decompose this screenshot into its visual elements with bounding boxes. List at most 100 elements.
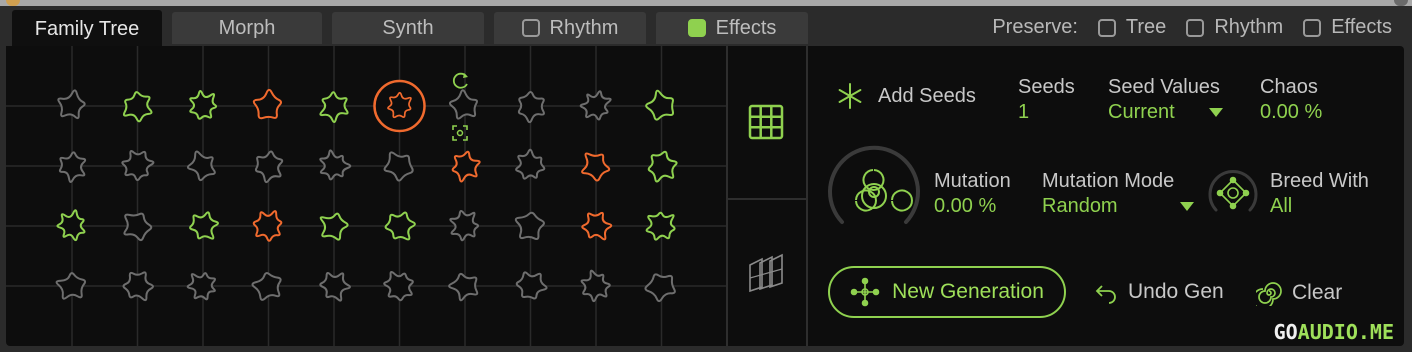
creature-shape [122,271,154,302]
creature-cell[interactable] [122,91,153,123]
add-seeds-button[interactable]: Add Seeds [836,82,976,110]
creature-shape [319,91,349,123]
breed-knob[interactable] [1206,166,1260,220]
mutation-mode-control[interactable]: Mutation Mode Random [1042,170,1194,218]
creature-shape [451,150,481,183]
creature-cell[interactable] [186,272,216,301]
creature-cell[interactable] [55,272,87,300]
seed-values-control[interactable]: Seed Values Current [1108,76,1223,124]
undo-gen-button[interactable]: Undo Gen [1094,280,1224,304]
seeds-label: Seeds [1018,76,1075,98]
rhythm-checkbox[interactable] [521,19,540,37]
mutation-value[interactable]: 0.00 % [934,195,1011,218]
preserve-effects-checkbox[interactable] [1303,18,1322,37]
creature-cell[interactable] [645,211,676,241]
creature-shape [514,211,545,240]
creature-cell[interactable] [581,211,613,241]
creature-cell[interactable] [252,210,283,242]
tab-rhythm[interactable]: Rhythm [494,12,646,44]
breed-with-value[interactable]: All [1270,195,1369,218]
creature-cell[interactable] [448,272,479,302]
creature-cell[interactable] [186,150,216,182]
creature-shape [515,148,546,180]
effects-checkbox[interactable] [687,19,706,37]
creature-cell[interactable] [254,150,284,184]
creature-shape [189,89,218,120]
creature-cell[interactable] [251,272,282,301]
divider [806,46,808,346]
creature-shape [186,150,216,182]
dropdown-arrow-icon[interactable] [1179,201,1194,212]
watermark-part1: GO [1273,320,1298,344]
creature-cell[interactable] [644,273,676,303]
creature-cell[interactable] [189,89,218,120]
chaos-control[interactable]: Chaos 0.00 % [1260,76,1322,124]
creature-cell[interactable] [319,149,352,181]
mutation-mode-label: Mutation Mode [1042,170,1175,192]
creature-cell[interactable] [515,271,548,300]
dropdown-arrow-icon[interactable] [1208,107,1223,118]
creature-cell[interactable] [252,88,282,120]
creature-cell[interactable] [451,150,481,183]
creature-cell[interactable] [514,211,545,240]
creature-shape [644,273,676,303]
tab-label: Family Tree [34,17,140,40]
creature-cell[interactable] [319,212,349,241]
creature-cell[interactable] [580,269,611,303]
seed-values-value[interactable]: Current [1108,101,1175,124]
preserve-rhythm-checkbox[interactable] [1186,18,1205,37]
preserve-rhythm[interactable]: Rhythm [1186,16,1283,39]
tab-label: Effects [715,16,777,39]
preserve-tree[interactable]: Tree [1097,16,1167,39]
preserve-effects[interactable]: Effects [1303,16,1392,39]
creature-cell[interactable] [58,151,87,183]
mutation-knob[interactable] [824,142,924,242]
creature-cell[interactable] [123,212,153,242]
creature-cell[interactable] [581,152,611,182]
tab-morph[interactable]: Morph [172,12,322,44]
stack-view-button[interactable] [726,200,806,346]
refresh-icon[interactable] [452,72,468,89]
creature-cell[interactable] [383,151,414,182]
tab-synth[interactable]: Synth [332,12,484,44]
creature-cell[interactable] [373,79,426,133]
mutation-control[interactable]: Mutation 0.00 % [934,170,1011,218]
creature-shape [647,150,678,183]
creature-cell[interactable] [384,211,416,241]
stack-view-icon [749,253,783,293]
mutation-mode-value[interactable]: Random [1042,195,1118,218]
new-generation-button[interactable]: New Generation [828,266,1066,318]
seeds-value[interactable]: 1 [1018,101,1075,124]
tab-family-tree[interactable]: Family Tree [12,10,162,48]
clear-button[interactable]: Clear [1256,280,1342,306]
creature-cell[interactable] [383,271,414,302]
creature-cell[interactable] [645,89,674,121]
creature-cell[interactable] [122,271,154,302]
creature-cell[interactable] [56,209,86,242]
seeds-control[interactable]: Seeds 1 [1018,76,1075,124]
creature-shape [449,210,480,242]
breed-with-control[interactable]: Breed With All [1270,170,1369,218]
creature-cell[interactable] [517,91,545,124]
creature-cell[interactable] [319,91,349,123]
creature-shape [319,272,351,302]
chaos-value[interactable]: 0.00 % [1260,101,1322,124]
tab-effects[interactable]: Effects [656,12,808,44]
network-icon [850,277,880,307]
clear-label: Clear [1292,281,1343,304]
family-tree-grid[interactable] [6,46,726,346]
preserve-effects-label: Effects [1331,16,1392,38]
creature-cell[interactable] [448,89,478,120]
creature-cell[interactable] [515,148,546,180]
preserve-tree-checkbox[interactable] [1097,18,1116,37]
creature-cell[interactable] [449,210,480,242]
preserve-tree-label: Tree [1125,16,1167,38]
creature-cell[interactable] [579,90,612,121]
creature-cell[interactable] [319,272,351,302]
creature-cell[interactable] [121,150,155,182]
creature-cell[interactable] [647,150,678,183]
tab-bar: Family Tree Morph Synth Rhythm Effects P… [0,6,1412,48]
creature-cell[interactable] [189,211,219,240]
grid-view-button[interactable] [726,46,806,198]
creature-cell[interactable] [57,89,86,120]
